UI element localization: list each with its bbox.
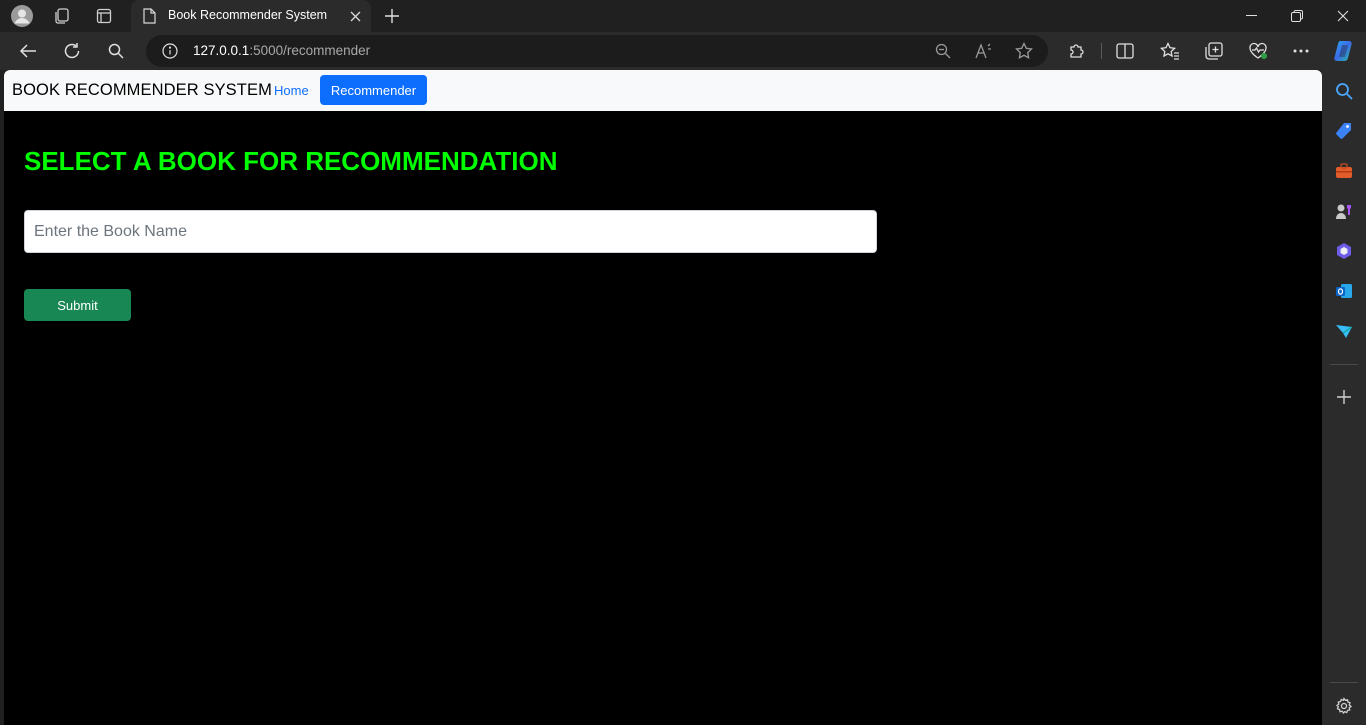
page-heading: SELECT A BOOK FOR RECOMMENDATION [24, 146, 558, 176]
workspaces-icon[interactable] [50, 4, 74, 28]
browser-essentials-icon[interactable] [1243, 37, 1273, 65]
split-screen-icon[interactable] [1110, 37, 1140, 65]
page-viewport: BOOK RECOMMENDER SYSTEM Home Recommender… [4, 70, 1322, 725]
edge-sidebar [1322, 70, 1366, 725]
collections-icon[interactable] [1199, 37, 1229, 65]
active-tab[interactable]: Book Recommender System [131, 0, 371, 32]
games-icon[interactable] [1332, 199, 1356, 223]
search-icon[interactable] [101, 37, 131, 65]
search-icon[interactable] [1332, 79, 1356, 103]
tab-title: Book Recommender System [168, 8, 328, 22]
tab-strip: Book Recommender System [0, 0, 1366, 32]
minimize-icon[interactable] [1228, 0, 1274, 32]
copilot-icon[interactable] [1329, 37, 1359, 65]
close-window-icon[interactable] [1320, 0, 1366, 32]
back-icon[interactable] [13, 37, 43, 65]
tab-actions-icon[interactable] [92, 4, 116, 28]
browser-toolbar: 127.0.0.1:5000/recommender [0, 32, 1366, 70]
submit-button[interactable]: Submit [24, 289, 131, 321]
favorite-star-icon[interactable] [1012, 39, 1036, 63]
nav-link-recommender[interactable]: Recommender [320, 75, 427, 105]
outlook-icon[interactable] [1332, 279, 1356, 303]
site-navbar: BOOK RECOMMENDER SYSTEM Home Recommender [4, 70, 1322, 111]
send-icon[interactable] [1332, 319, 1356, 343]
url-text[interactable]: 127.0.0.1:5000/recommender [193, 43, 370, 58]
shopping-tag-icon[interactable] [1332, 119, 1356, 143]
toolbar-divider [1101, 43, 1102, 59]
settings-icon[interactable] [1332, 694, 1356, 718]
zoom-out-icon[interactable] [931, 39, 955, 63]
navbar-brand[interactable]: BOOK RECOMMENDER SYSTEM [12, 81, 272, 100]
url-host: 127.0.0.1 [193, 43, 250, 58]
new-tab-icon[interactable] [380, 4, 404, 28]
refresh-icon[interactable] [57, 37, 87, 65]
microsoft365-icon[interactable] [1332, 239, 1356, 263]
add-icon[interactable] [1332, 385, 1356, 409]
nav-link-home[interactable]: Home [266, 76, 317, 105]
restore-icon[interactable] [1274, 0, 1320, 32]
info-icon[interactable] [158, 39, 182, 63]
read-aloud-icon[interactable] [972, 39, 996, 63]
tools-icon[interactable] [1332, 159, 1356, 183]
sidebar-divider [1330, 364, 1358, 365]
book-name-input[interactable] [24, 210, 877, 253]
address-bar[interactable]: 127.0.0.1:5000/recommender [146, 35, 1048, 67]
extensions-icon[interactable] [1062, 37, 1092, 65]
url-path: :5000/recommender [249, 43, 371, 58]
page-icon [143, 8, 156, 28]
favorites-icon[interactable] [1155, 37, 1185, 65]
profile-icon[interactable] [10, 4, 34, 28]
close-icon[interactable] [345, 6, 365, 26]
sidebar-divider-bottom [1330, 682, 1358, 683]
more-icon[interactable] [1286, 37, 1316, 65]
